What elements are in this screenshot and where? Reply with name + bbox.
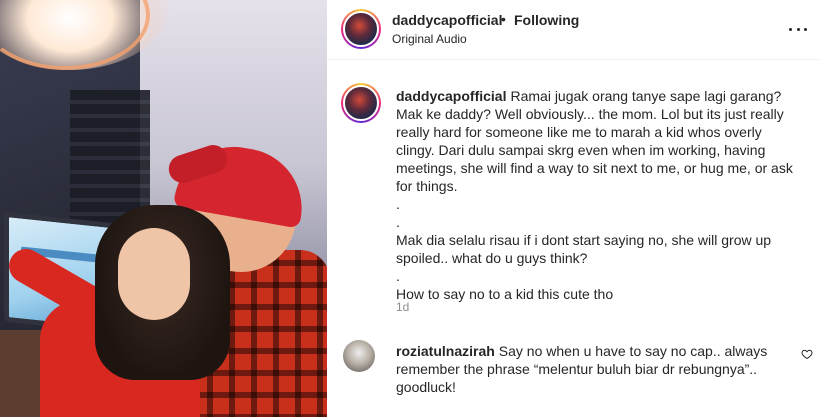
caption-line: How to say no to a kid this cute tho [396,286,614,302]
commenter-username[interactable]: roziatulnazirah [396,343,495,359]
post-header: daddycapofficial • Following Original Au… [327,0,819,60]
more-horizontal-icon[interactable] [789,20,807,38]
post-timestamp[interactable]: 1d [396,300,409,314]
header-separator: • [501,11,506,27]
heart-icon[interactable] [801,348,813,360]
following-button[interactable]: Following [514,12,579,28]
caption-text: daddycapofficial Ramai jugak orang tanye … [396,87,801,303]
author-username[interactable]: daddycapofficial [392,12,502,28]
caption-line: . [396,268,400,284]
media-girl-face [118,228,190,320]
author-avatar[interactable] [341,9,381,49]
caption-line: . [396,196,400,212]
caption-line: Mak dia selalu risau if i dont start say… [396,232,772,266]
post-sidebar: daddycapofficial • Following Original Au… [327,0,819,417]
commenter-avatar[interactable] [343,340,375,372]
caption-author-avatar[interactable] [341,83,381,123]
caption-username[interactable]: daddycapofficial [396,88,506,104]
comment-text: roziatulnazirah Say no when u have to say… [396,342,791,396]
media-lampshade [0,0,150,70]
post-media[interactable] [0,0,327,417]
caption-line: . [396,214,400,230]
audio-link[interactable]: Original Audio [392,32,467,46]
